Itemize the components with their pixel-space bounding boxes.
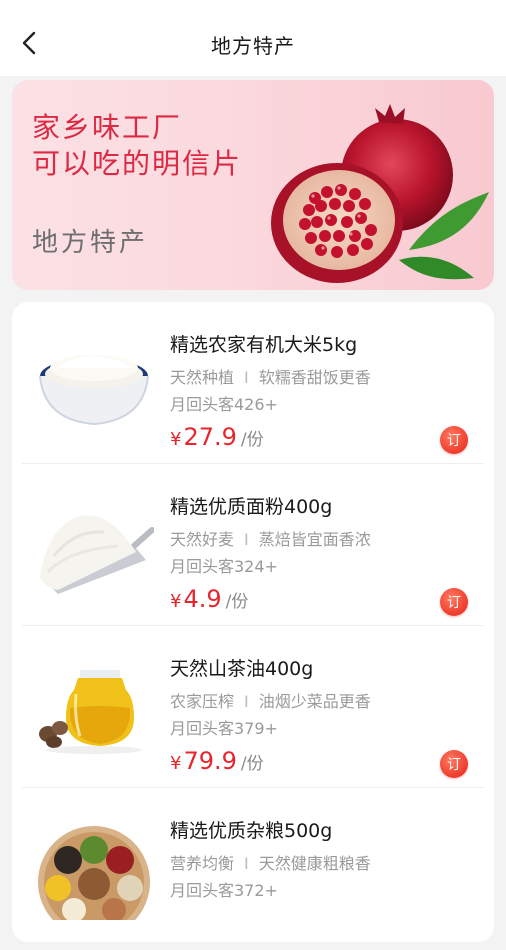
product-tag: 营养均衡 [170,854,235,873]
product-card[interactable]: 精选农家有机大米5kg 天然种植 I 软糯香甜饭更香 月回头客426+ ¥27.9/… [12,302,494,464]
product-sales: 月回头客372+ [170,881,278,900]
product-tag: 油烟少菜品更香 [258,692,371,711]
product-tag: 农家压榨 [170,692,235,711]
product-tag: 软糯香甜饭更香 [258,368,371,387]
price-currency: ¥ [170,429,182,450]
product-tag: 天然健康粗粮香 [258,854,371,873]
product-tag: 蒸焙皆宜面香浓 [258,530,371,549]
product-list: 精选农家有机大米5kg 天然种植 I 软糯香甜饭更香 月回头客426+ ¥27.9/… [12,302,494,942]
price-value: 27.9 [183,423,237,451]
order-button[interactable]: 订 [440,750,468,778]
product-price: ¥27.9/份 [170,423,264,451]
rice-bowl-icon [39,355,149,426]
product-sales: 月回头客324+ [170,557,278,576]
flour-scoop-icon [40,515,154,594]
tag-separator: I [244,692,249,711]
product-tags: 天然好麦 I 蒸焙皆宜面香浓 [170,526,371,550]
product-card[interactable]: 精选优质杂粮500g 营养均衡 I 天然健康粗粮香 月回头客372+ [12,788,494,950]
product-name: 天然山茶油400g [170,658,314,680]
price-value: 4.9 [183,585,222,613]
product-tags: 农家压榨 I 油烟少菜品更香 [170,688,371,712]
page-title: 地方特产 [211,34,295,58]
product-name: 精选优质杂粮500g [170,820,333,842]
product-tags: 天然种植 I 软糯香甜饭更香 [170,364,371,388]
banner-headline-line1: 家乡味工厂 [32,111,183,144]
product-sales: 月回头客426+ [170,395,278,414]
price-unit: /份 [240,430,264,450]
oil-jar-icon [39,670,142,754]
product-card[interactable]: 天然山茶油400g 农家压榨 I 油烟少菜品更香 月回头客379+ ¥79.9/份 … [12,626,494,788]
product-price: ¥79.9/份 [170,747,264,775]
tag-separator: I [244,854,249,873]
product-name: 精选农家有机大米5kg [170,334,358,356]
tag-separator: I [244,368,249,387]
product-tag: 天然好麦 [170,530,235,549]
price-unit: /份 [240,754,264,774]
price-currency: ¥ [170,591,182,612]
tag-separator: I [244,530,249,549]
pomegranate-icon [271,104,489,283]
order-button[interactable]: 订 [440,426,468,454]
price-unit: /份 [225,592,249,612]
price-value: 79.9 [183,747,237,775]
product-tags: 营养均衡 I 天然健康粗粮香 [170,850,371,874]
product-tag: 天然种植 [170,368,235,387]
product-card[interactable]: 精选优质面粉400g 天然好麦 I 蒸焙皆宜面香浓 月回头客324+ ¥4.9/份 … [12,464,494,626]
product-sales: 月回头客379+ [170,719,278,738]
product-price: ¥4.9/份 [170,585,248,613]
price-currency: ¥ [170,753,182,774]
order-button[interactable]: 订 [440,588,468,616]
banner-subtitle: 地方特产 [32,228,149,258]
promo-banner[interactable]: 家乡味工厂 可以吃的明信片 地方特产 [12,80,494,290]
product-name: 精选优质面粉400g [170,496,333,518]
banner-headline-line2: 可以吃的明信片 [32,147,243,180]
grains-plate-icon [38,826,150,920]
nav-bar: 地方特产 [0,0,506,76]
